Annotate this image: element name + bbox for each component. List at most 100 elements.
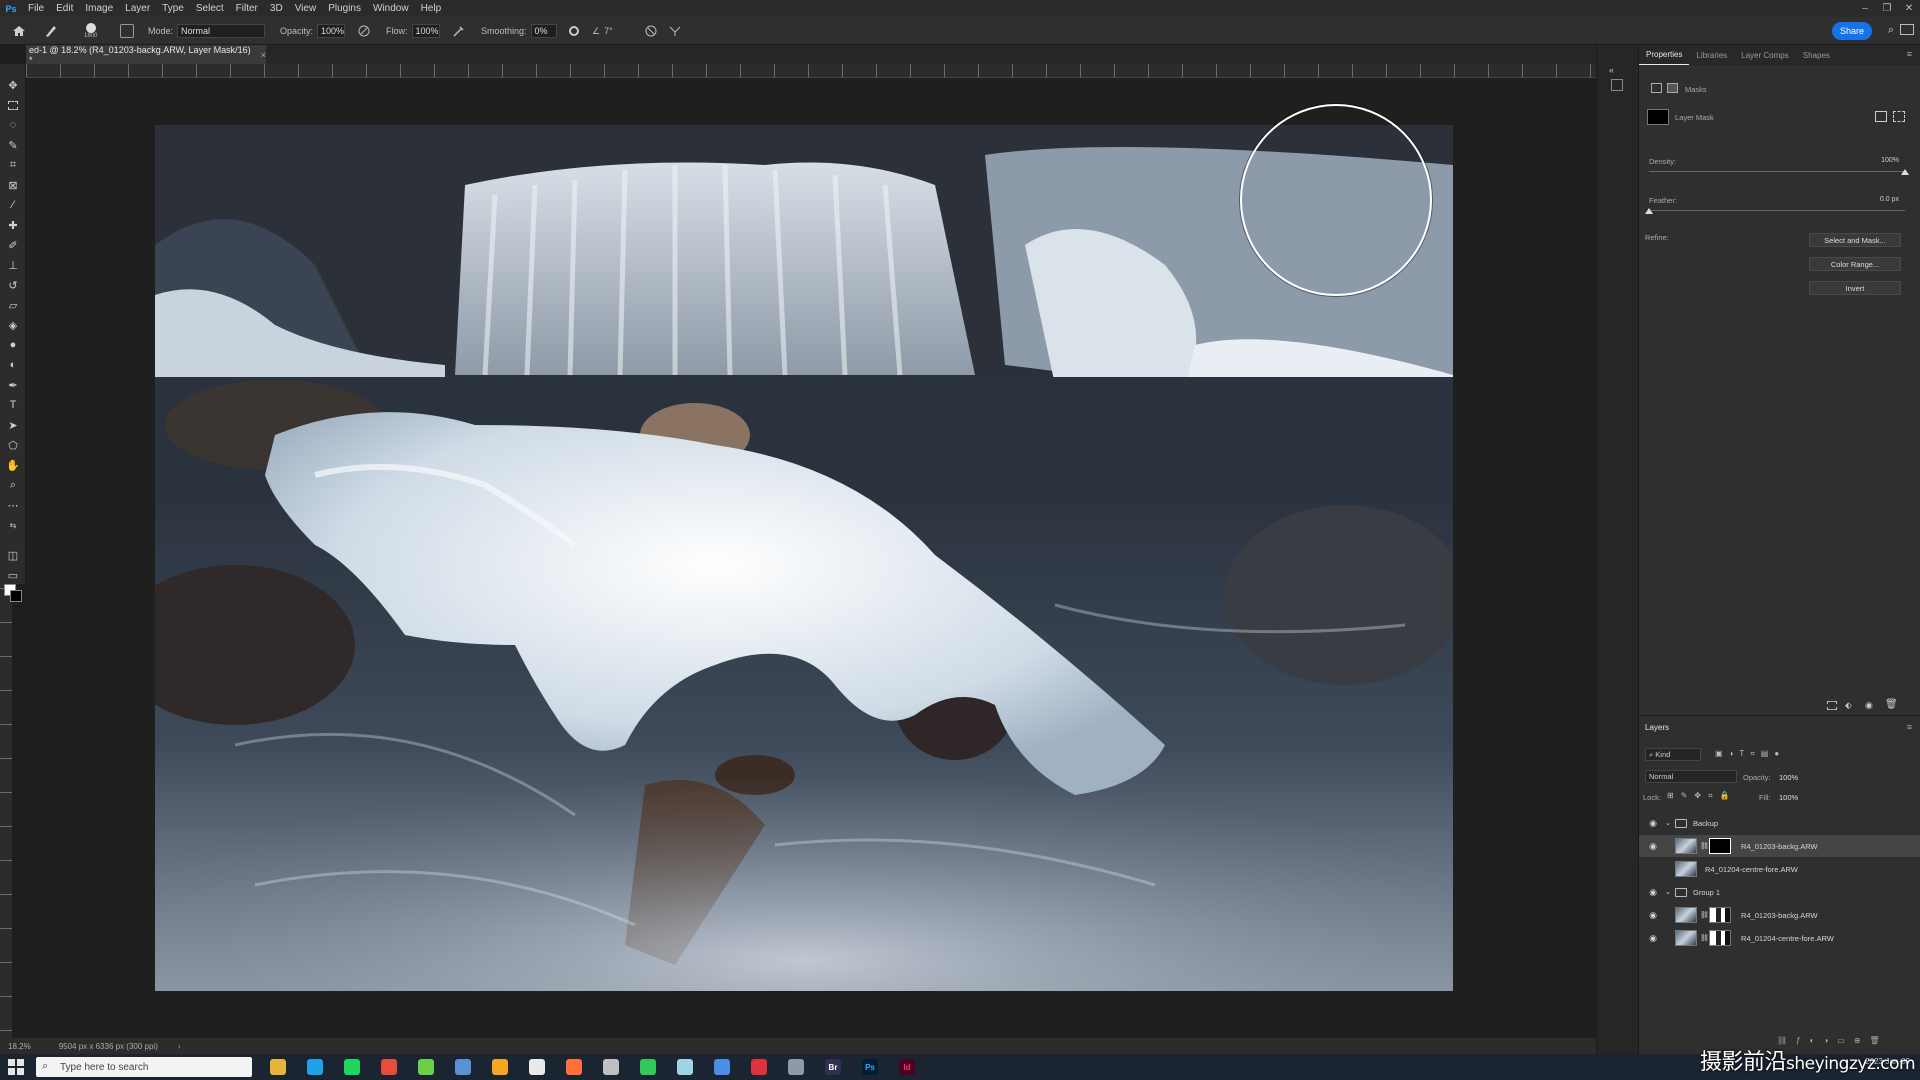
layer-name[interactable]: Group 1 (1693, 888, 1720, 897)
invert-button[interactable]: Invert (1809, 281, 1901, 295)
layer-thumbnail[interactable] (1675, 861, 1697, 877)
app-multi-icon[interactable] (455, 1059, 471, 1075)
layer-name[interactable]: R4_01204-centre-fore.ARW (1705, 865, 1798, 874)
photoshop-icon[interactable]: Ps (862, 1059, 878, 1075)
calculator-icon[interactable] (788, 1059, 804, 1075)
photoshop-logo-icon[interactable]: Ps (0, 0, 22, 17)
quick-mask-icon[interactable]: ◫ (6, 548, 20, 562)
close-window-icon[interactable]: ✕ (1898, 0, 1920, 17)
history-panel-icon[interactable] (1611, 79, 1623, 91)
mask-visibility-eye-icon[interactable]: ◉ (1865, 700, 1873, 711)
dodge-tool-icon[interactable]: ◐ (6, 358, 20, 372)
link-icon[interactable]: ⛓ (1700, 934, 1709, 942)
layer-thumbnail[interactable] (1675, 930, 1697, 946)
document-info[interactable]: 9504 px x 6336 px (300 ppi) (59, 1042, 158, 1051)
apply-mask-icon[interactable]: ⬖ (1845, 700, 1852, 711)
mode-select[interactable]: Normal (177, 24, 266, 38)
document-tab[interactable]: ed-1 @ 18.2% (R4_01203-backg.ARW, Layer … (26, 45, 266, 65)
layer-row[interactable]: ◉ ⛓ R4_01203-backg.ARW (1639, 835, 1920, 857)
layers-menu-icon[interactable]: ≡ (1907, 722, 1912, 732)
healing-brush-tool-icon[interactable]: ✚ (6, 218, 20, 232)
menu-help[interactable]: Help (415, 3, 448, 14)
paint-bucket-tool-icon[interactable]: ◈ (6, 318, 20, 332)
select-and-mask-button[interactable]: Select and Mask... (1809, 233, 1901, 247)
visibility-eye-icon[interactable]: ◉ (1647, 910, 1659, 920)
visibility-eye-icon[interactable]: ◉ (1647, 933, 1659, 943)
vector-mask-icon[interactable] (1667, 83, 1678, 93)
background-color-swatch[interactable] (10, 590, 22, 602)
lasso-tool-icon[interactable]: ◌ (6, 118, 20, 132)
delete-mask-icon[interactable]: 🗑 (1885, 699, 1898, 710)
load-selection-icon[interactable] (1827, 701, 1837, 710)
layer-filter-kind[interactable]: ⌕ Kind (1645, 748, 1701, 761)
app-paper-icon[interactable] (677, 1059, 693, 1075)
blend-mode-select[interactable]: Normal (1645, 770, 1737, 783)
app-circle-icon[interactable] (603, 1059, 619, 1075)
layer-mask-thumbnail[interactable] (1647, 109, 1669, 125)
screen-mode-icon[interactable]: ▭ (6, 568, 20, 582)
restore-icon[interactable]: ❐ (1876, 0, 1898, 17)
workspace-icon[interactable] (1900, 24, 1914, 35)
share-button[interactable]: Share (1832, 22, 1872, 40)
feather-value[interactable]: 0.0 px (1859, 196, 1899, 203)
zoom-tool-icon[interactable]: ⌕ (6, 478, 20, 492)
visibility-eye-icon[interactable]: ◉ (1647, 818, 1659, 828)
angle-field[interactable]: 7° (604, 26, 613, 36)
eraser-tool-icon[interactable]: ▱ (6, 298, 20, 312)
type-tool-icon[interactable]: T (6, 398, 20, 412)
ruler-horizontal[interactable] (26, 64, 1596, 78)
layers-panel-title[interactable]: Layers (1645, 723, 1669, 732)
layer-row[interactable]: ◉ ⛓ R4_01203-backg.ARW (1639, 904, 1920, 926)
taskbar-search-input[interactable]: ⌕ Type here to search (36, 1057, 252, 1077)
spotify-icon[interactable] (344, 1059, 360, 1075)
symmetry-icon[interactable] (668, 17, 682, 45)
bridge-icon[interactable]: Br (825, 1059, 841, 1075)
layer-filter-icons[interactable]: ▣◑T⌗▤● (1715, 749, 1785, 759)
history-brush-tool-icon[interactable]: ↺ (6, 278, 20, 292)
color-range-button[interactable]: Color Range... (1809, 257, 1901, 271)
opacity-field[interactable]: 100% (317, 24, 346, 38)
select-pixel-mask-icon[interactable] (1875, 111, 1887, 122)
feather-slider-thumb[interactable] (1645, 208, 1653, 214)
layer-row[interactable]: R4_01204-centre-fore.ARW (1639, 858, 1920, 880)
shape-tool-icon[interactable]: ⬠ (6, 438, 20, 452)
menu-layer[interactable]: Layer (119, 3, 156, 14)
brush-settings-icon[interactable] (120, 17, 134, 45)
flow-field[interactable]: 100% (411, 24, 440, 38)
layer-opacity-value[interactable]: 100% (1779, 773, 1798, 782)
link-icon[interactable]: ⛓ (1700, 911, 1709, 919)
quick-select-tool-icon[interactable]: ✎ (6, 138, 20, 152)
layer-name[interactable]: R4_01204-centre-fore.ARW (1741, 934, 1834, 943)
layer-group-row[interactable]: ◉ ⌄ Backup (1639, 812, 1920, 834)
home-icon[interactable] (12, 17, 26, 45)
menu-view[interactable]: View (289, 3, 323, 14)
menu-filter[interactable]: Filter (230, 3, 264, 14)
tab-properties[interactable]: Properties (1639, 45, 1690, 65)
menu-edit[interactable]: Edit (50, 3, 79, 14)
clone-stamp-tool-icon[interactable]: ⊥ (6, 258, 20, 272)
chevron-down-icon[interactable]: ⌄ (1665, 819, 1671, 827)
app-shield-icon[interactable] (640, 1059, 656, 1075)
minimize-icon[interactable]: – (1854, 0, 1876, 17)
layer-mask-thumbnail[interactable] (1709, 838, 1731, 854)
crop-tool-icon[interactable]: ⌗ (6, 158, 20, 172)
path-selection-tool-icon[interactable]: ➤ (6, 418, 20, 432)
chrome-icon[interactable] (529, 1059, 545, 1075)
menu-image[interactable]: Image (79, 3, 119, 14)
pixel-mask-icon[interactable] (1651, 83, 1662, 93)
layer-thumbnail[interactable] (1675, 907, 1697, 923)
brush-tool-icon[interactable]: ✐ (6, 238, 20, 252)
smoothing-options-gear-icon[interactable] (568, 17, 580, 45)
layer-name[interactable]: R4_01203-backg.ARW (1741, 842, 1818, 851)
layer-thumbnail[interactable] (1675, 838, 1697, 854)
layer-group-row[interactable]: ◉ ⌄ Group 1 (1639, 881, 1920, 903)
firefox-icon[interactable] (566, 1059, 582, 1075)
tab-shapes[interactable]: Shapes (1796, 45, 1837, 65)
menu-plugins[interactable]: Plugins (322, 3, 367, 14)
visibility-eye-icon[interactable]: ◉ (1647, 887, 1659, 897)
menu-select[interactable]: Select (190, 3, 230, 14)
panel-menu-icon[interactable]: ≡ (1907, 49, 1912, 59)
layer-name[interactable]: R4_01203-backg.ARW (1741, 911, 1818, 920)
airbrush-icon[interactable] (452, 17, 466, 45)
windows-start-icon[interactable] (8, 1059, 24, 1075)
